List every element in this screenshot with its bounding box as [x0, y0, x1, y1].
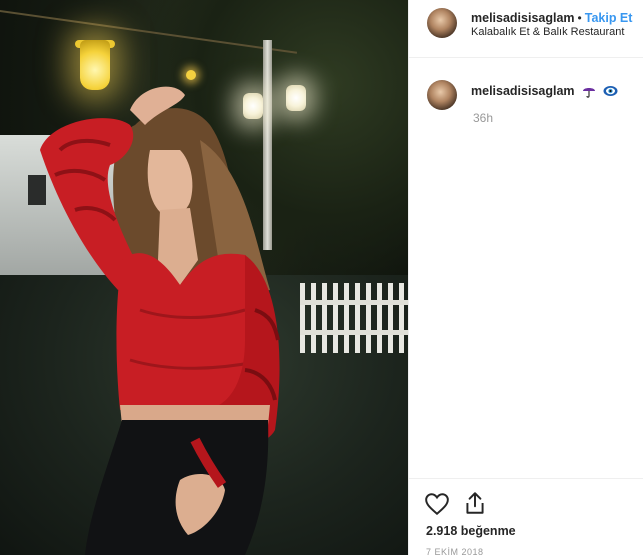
small-bulb	[186, 70, 196, 80]
heart-icon[interactable]	[424, 491, 450, 517]
fence-rail	[300, 300, 408, 305]
comment-row: melisadisisaglam	[471, 82, 618, 100]
header-username[interactable]: melisadisisaglam	[471, 11, 575, 25]
fence-rail	[300, 330, 408, 335]
post-header: melisadisisaglam • Takip Et Kalabalık Et &…	[409, 0, 643, 58]
follow-button[interactable]: Takip Et	[585, 11, 633, 25]
likes-count[interactable]: 2.918 beğenme	[426, 524, 516, 538]
post-actions: 2.918 beğenme 7 EKİM 2018	[409, 478, 643, 557]
separator-dot: •	[577, 11, 582, 25]
comment-username[interactable]: melisadisisaglam	[471, 84, 575, 98]
post-sidebar: melisadisisaglam • Takip Et Kalabalık Et &…	[408, 0, 643, 557]
woman-figure	[40, 86, 280, 555]
comment-avatar[interactable]	[427, 80, 457, 110]
picket-fence	[300, 283, 408, 353]
avatar[interactable]	[427, 8, 457, 38]
post-date[interactable]: 7 EKİM 2018	[426, 547, 484, 557]
evil-eye-icon	[603, 85, 618, 96]
share-icon[interactable]	[462, 490, 488, 516]
post-photo[interactable]	[0, 0, 408, 555]
location-link[interactable]: Kalabalık Et & Balık Restaurant	[471, 26, 624, 38]
header-username-row: melisadisisaglam • Takip Et	[471, 9, 632, 27]
umbrella-icon	[582, 87, 595, 98]
comment-time[interactable]: 36h	[473, 111, 493, 125]
